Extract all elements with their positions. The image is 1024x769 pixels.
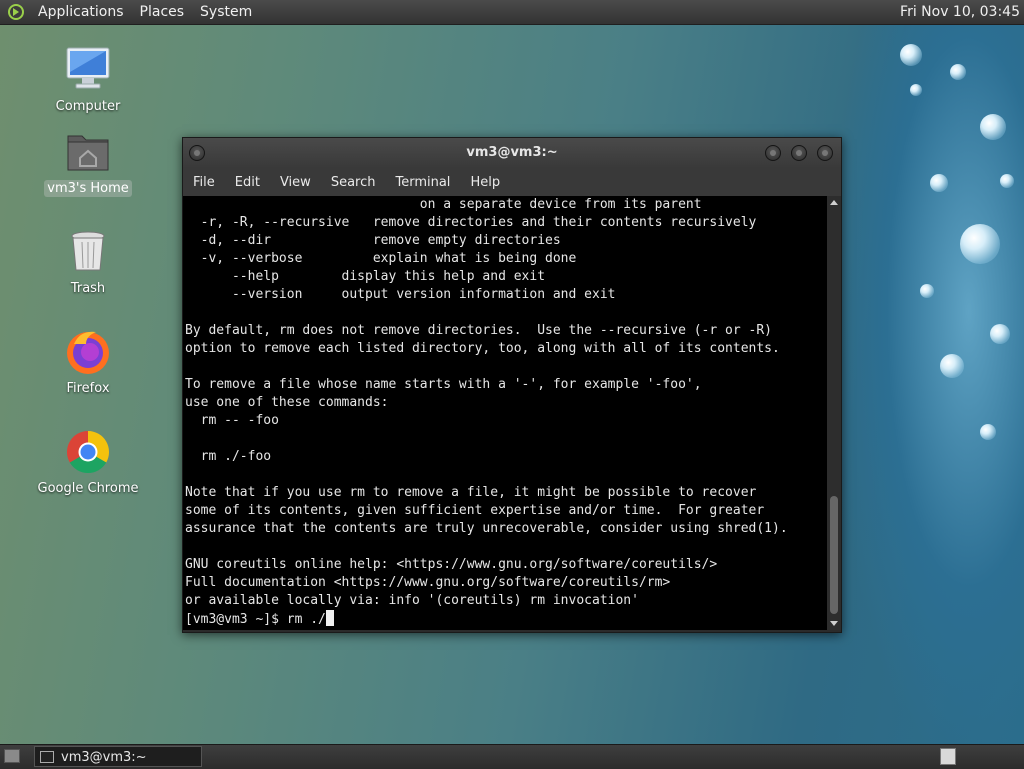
bubble-decoration <box>910 84 922 96</box>
taskbar-button-terminal[interactable]: vm3@vm3:~ <box>34 746 202 767</box>
firefox-icon <box>64 328 112 376</box>
terminal-line: Note that if you use rm to remove a file… <box>185 485 757 500</box>
bubble-decoration <box>920 284 934 298</box>
wallpaper-decoration <box>840 24 1024 744</box>
menu-terminal[interactable]: Terminal <box>385 175 460 190</box>
terminal-line: assurance that the contents are truly un… <box>185 521 788 536</box>
menu-edit[interactable]: Edit <box>225 175 270 190</box>
system-menu[interactable]: System <box>192 0 260 24</box>
bubble-decoration <box>900 44 922 66</box>
menu-search[interactable]: Search <box>321 175 386 190</box>
desktop-icon-trash[interactable]: Trash <box>33 228 143 297</box>
desktop-icon-label: vm3's Home <box>44 180 132 197</box>
chrome-icon <box>64 428 112 476</box>
scroll-down-arrow-icon[interactable] <box>830 621 838 626</box>
terminal-scrollbar[interactable] <box>827 196 841 630</box>
window-menu-button[interactable] <box>189 145 205 161</box>
terminal-line: --version output version information and… <box>185 287 616 302</box>
desktop-icon-chrome[interactable]: Google Chrome <box>33 428 143 497</box>
bubble-decoration <box>980 114 1006 140</box>
clock[interactable]: Fri Nov 10, 03:45 <box>896 0 1024 24</box>
terminal-line: -v, --verbose explain what is being done <box>185 251 577 266</box>
window-title: vm3@vm3:~ <box>466 145 558 160</box>
desktop-icon-firefox[interactable]: Firefox <box>33 328 143 397</box>
desktop-icon-label: Computer <box>55 99 121 114</box>
menu-view[interactable]: View <box>270 175 321 190</box>
terminal-line: By default, rm does not remove directori… <box>185 323 772 338</box>
bubble-decoration <box>1000 174 1014 188</box>
bubble-decoration <box>990 324 1010 344</box>
desktop-icon-computer[interactable]: Computer <box>33 46 143 115</box>
desktop-icon-home[interactable]: vm3's Home <box>33 128 143 197</box>
minimize-button[interactable] <box>765 145 781 161</box>
terminal-prompt: [vm3@vm3 ~]$ rm ./ <box>185 612 326 627</box>
top-panel: Applications Places System Fri Nov 10, 0… <box>0 0 1024 25</box>
text-cursor <box>325 610 334 626</box>
bubble-decoration <box>940 354 964 378</box>
menu-help[interactable]: Help <box>460 175 510 190</box>
close-button[interactable] <box>817 145 833 161</box>
desktop-icon-label: Google Chrome <box>37 481 139 496</box>
terminal-line: Full documentation <https://www.gnu.org/… <box>185 575 671 590</box>
maximize-button[interactable] <box>791 145 807 161</box>
terminal-prompt-line[interactable]: [vm3@vm3 ~]$ rm ./ <box>185 610 827 628</box>
bottom-panel: vm3@vm3:~ <box>0 744 1024 769</box>
desktop-icon-label: Trash <box>70 281 106 296</box>
window-titlebar[interactable]: vm3@vm3:~ <box>183 138 841 168</box>
terminal-line: -d, --dir remove empty directories <box>185 233 561 248</box>
terminal-line: rm ./-foo <box>185 449 272 464</box>
applications-menu[interactable]: Applications <box>30 0 132 24</box>
scrollbar-thumb[interactable] <box>830 496 838 614</box>
desktop-icon-label: Firefox <box>66 381 110 396</box>
terminal-output[interactable]: on a separate device from its parent -r,… <box>183 196 827 630</box>
terminal-line: use one of these commands: <box>185 395 389 410</box>
terminal-line: rm -- -foo <box>185 413 279 428</box>
terminal-line: GNU coreutils online help: <https://www.… <box>185 557 718 572</box>
computer-icon <box>64 46 112 94</box>
bubble-decoration <box>980 424 996 440</box>
mate-logo-icon[interactable] <box>8 4 24 20</box>
workspace-switcher[interactable] <box>940 748 956 765</box>
menu-file[interactable]: File <box>183 175 225 190</box>
terminal-line: option to remove each listed directory, … <box>185 341 780 356</box>
bubble-decoration <box>930 174 948 192</box>
terminal-line: To remove a file whose name starts with … <box>185 377 702 392</box>
terminal-line: -r, -R, --recursive remove directories a… <box>185 215 757 230</box>
scroll-up-arrow-icon[interactable] <box>830 200 838 205</box>
terminal-line: --help display this help and exit <box>185 269 546 284</box>
bubble-decoration <box>960 224 1000 264</box>
terminal-line: some of its contents, given sufficient e… <box>185 503 765 518</box>
terminal-line: or available locally via: info '(coreuti… <box>185 593 639 608</box>
terminal-icon <box>40 751 54 763</box>
terminal-line: on a separate device from its parent <box>185 197 702 212</box>
show-desktop-icon[interactable] <box>4 749 20 763</box>
trash-icon <box>64 228 112 276</box>
bubble-decoration <box>950 64 966 80</box>
home-folder-icon <box>64 128 112 176</box>
terminal-window[interactable]: vm3@vm3:~ File Edit View Search Terminal… <box>182 137 842 633</box>
places-menu[interactable]: Places <box>132 0 193 24</box>
taskbar-button-label: vm3@vm3:~ <box>61 750 147 765</box>
terminal-menubar: File Edit View Search Terminal Help <box>183 168 841 196</box>
